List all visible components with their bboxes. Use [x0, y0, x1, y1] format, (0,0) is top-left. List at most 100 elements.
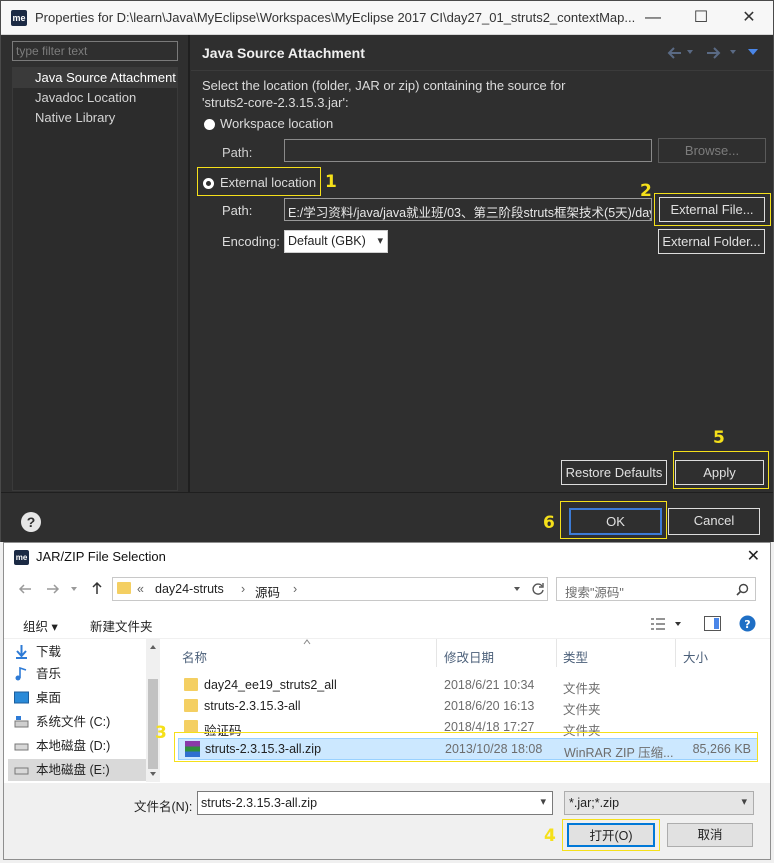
nav-item-javadoc-location[interactable]: Javadoc Location [13, 88, 177, 108]
forward-arrow-icon[interactable] [705, 45, 721, 61]
external-path-field[interactable]: E:/学习资料/java/java就业班/03、第三阶段struts框架技术(5… [284, 198, 652, 221]
dialog-cancel-button[interactable]: 取消 [667, 823, 753, 847]
annotation-number-5: 5 [713, 428, 725, 448]
filetype-value: *.jar;*.zip [569, 796, 620, 810]
view-menu-icon[interactable] [747, 47, 759, 57]
page-header: Java Source Attachment [191, 35, 773, 71]
chevron-down-icon[interactable] [728, 47, 738, 57]
annotation-number-6: 6 [543, 513, 555, 533]
file-type: 文件夹 [563, 682, 601, 696]
view-options-icon[interactable] [650, 617, 666, 631]
encoding-select[interactable]: Default (GBK) ▾ [284, 230, 388, 253]
external-path-label: Path: [222, 203, 253, 218]
chevron-down-icon[interactable] [149, 770, 157, 778]
workspace-path-field[interactable] [284, 139, 652, 162]
search-icon[interactable] [736, 583, 749, 596]
sidebar-item-desktop[interactable]: 桌面 [14, 687, 61, 709]
column-separator[interactable] [675, 639, 676, 667]
external-folder-button[interactable]: External Folder... [658, 229, 765, 254]
highlight-apply [673, 451, 769, 489]
sidebar-item-label: 本地磁盘 (E:) [36, 763, 110, 777]
chevron-down-icon[interactable]: ▾ [540, 795, 546, 808]
cancel-button[interactable]: Cancel [668, 508, 760, 535]
browse-button[interactable]: Browse... [658, 138, 766, 163]
breadcrumb-yuanma[interactable]: 源码 [255, 582, 280, 601]
filename-value: struts-2.3.15.3-all.zip [201, 796, 318, 810]
dialog-close-icon[interactable]: ✕ [747, 546, 760, 566]
close-button[interactable]: ✕ [729, 5, 769, 31]
sidebar-item-label: 系统文件 (C:) [36, 715, 111, 729]
nav-item-java-source-attachment[interactable]: Java Source Attachment [13, 68, 177, 88]
desktop-icon [14, 691, 29, 704]
file-name: day24_ee19_struts2_all [204, 678, 337, 692]
file-row[interactable]: day24_ee19_struts2_all 2018/6/21 10:34 文… [178, 675, 758, 696]
minimize-button[interactable]: — [633, 5, 673, 31]
highlight-external-location [197, 167, 321, 196]
nav-item-native-library[interactable]: Native Library [13, 108, 177, 128]
chevron-down-icon[interactable] [674, 620, 682, 628]
pane-divider[interactable] [188, 35, 190, 492]
chevron-down-icon[interactable] [685, 47, 695, 57]
chevron-up-icon[interactable] [149, 643, 157, 651]
filter-input[interactable]: type filter text [12, 41, 178, 61]
properties-titlebar: me Properties for D:\learn\Java\MyEclips… [1, 1, 773, 35]
description-line-2: 'struts2-core-2.3.15.3.jar': [202, 95, 349, 110]
help-icon[interactable]: ? [21, 512, 41, 532]
workspace-location-radio[interactable] [204, 119, 215, 130]
up-arrow-icon[interactable] [90, 581, 104, 595]
search-input[interactable]: 搜索"源码" [556, 577, 756, 601]
chevron-down-icon[interactable] [513, 585, 521, 593]
column-header-size[interactable]: 大小 [683, 647, 708, 666]
column-header-date[interactable]: 修改日期 [444, 647, 494, 666]
chevron-down-icon[interactable] [70, 585, 78, 593]
breadcrumb-overflow[interactable]: « [137, 582, 144, 596]
column-separator[interactable] [556, 639, 557, 667]
back-arrow-icon[interactable] [18, 582, 32, 596]
sidebar-item-music[interactable]: 音乐 [15, 663, 61, 685]
sidebar-item-label: 下载 [36, 645, 62, 659]
file-name: struts-2.3.15.3-all [204, 699, 301, 713]
annotation-number-1: 1 [325, 172, 337, 192]
address-row: « day24-struts › 源码 › 搜索"源码" [4, 573, 770, 605]
address-bar[interactable]: « day24-struts › 源码 › [112, 577, 548, 601]
sidebar-item-downloads[interactable]: 下载 [16, 641, 62, 663]
sidebar-item-drive-d[interactable]: 本地磁盘 (D:) [14, 735, 110, 757]
properties-nav-list: Java Source Attachment Javadoc Location … [12, 67, 178, 491]
column-header-type[interactable]: 类型 [563, 647, 588, 666]
folder-icon [184, 678, 198, 691]
annotation-number-4: 4 [544, 826, 556, 846]
column-header-name[interactable]: 名称 [182, 647, 207, 666]
highlight-ok [560, 501, 667, 539]
dialog-toolbar: 组织 ▾ 新建文件夹 ? [4, 609, 770, 639]
breadcrumb-separator: › [241, 582, 246, 596]
forward-arrow-icon[interactable] [46, 582, 60, 596]
myeclipse-icon: me [11, 10, 27, 26]
filetype-select[interactable]: *.jar;*.zip ▾ [564, 791, 754, 815]
sidebar-item-drive-c[interactable]: 系统文件 (C:) [14, 711, 111, 733]
help-icon[interactable]: ? [739, 615, 756, 632]
new-folder-button[interactable]: 新建文件夹 [90, 616, 153, 635]
description-line-1: Select the location (folder, JAR or zip)… [202, 78, 566, 93]
maximize-button[interactable]: ☐ [681, 5, 721, 31]
sidebar-item-drive-e[interactable]: 本地磁盘 (E:) [8, 759, 146, 781]
breadcrumb-day24-struts[interactable]: day24-struts [155, 582, 224, 596]
myeclipse-icon: me [14, 550, 29, 565]
page-title: Java Source Attachment [202, 45, 365, 61]
jar-zip-dialog: me JAR/ZIP File Selection ✕ « day24-stru… [3, 542, 771, 860]
organize-menu[interactable]: 组织 ▾ [23, 616, 58, 635]
navigation-scrollbar[interactable] [146, 639, 160, 782]
back-arrow-icon[interactable] [667, 45, 683, 61]
restore-defaults-button[interactable]: Restore Defaults [561, 460, 667, 485]
workspace-location-label[interactable]: Workspace location [220, 116, 333, 131]
chevron-down-icon: ▾ [741, 796, 747, 808]
description: Select the location (folder, JAR or zip)… [202, 77, 565, 111]
file-row[interactable]: struts-2.3.15.3-all 2018/6/20 16:13 文件夹 [178, 696, 758, 717]
highlight-open [562, 819, 660, 851]
dialog-titlebar: me JAR/ZIP File Selection ✕ [4, 543, 770, 571]
highlight-external-file [654, 193, 771, 226]
search-placeholder: 搜索"源码" [565, 586, 624, 600]
filename-input[interactable]: struts-2.3.15.3-all.zip ▾ [197, 791, 553, 815]
refresh-icon[interactable] [531, 582, 545, 596]
preview-pane-icon[interactable] [704, 616, 721, 631]
column-separator[interactable] [436, 639, 437, 667]
